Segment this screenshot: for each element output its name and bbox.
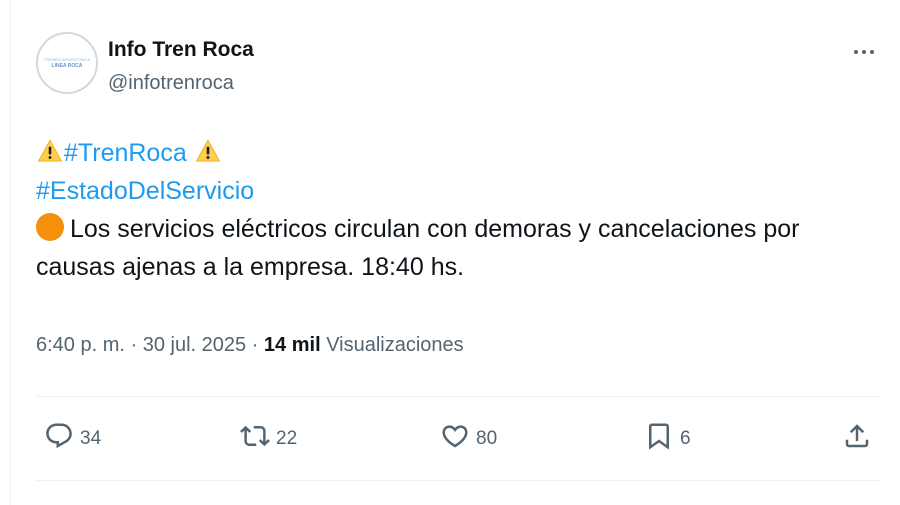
- divider-top: [36, 396, 880, 397]
- tweet-body-2: causas ajenas a la empresa. 18:40 hs.: [36, 253, 465, 281]
- more-dot: [870, 50, 874, 54]
- share-icon: [842, 421, 872, 457]
- tweet-line-4: causas ajenas a la empresa. 18:40 hs.: [36, 248, 876, 286]
- tweet-time[interactable]: 6:40 p. m.: [36, 334, 125, 356]
- reply-button[interactable]: 34: [44, 421, 101, 457]
- hashtag-estadodelservicio[interactable]: #EstadoDelServicio: [36, 177, 254, 205]
- tweet-line-3: Los servicios eléctricos circulan con de…: [36, 210, 876, 248]
- like-count: 80: [476, 428, 498, 449]
- warning-icon: [36, 137, 64, 163]
- bookmark-icon: [644, 421, 674, 457]
- reply-count: 34: [80, 428, 102, 449]
- avatar-text-top: TRENES ARGENTINOS: [43, 57, 91, 62]
- tweet-text: #TrenRoca #EstadoDelServicio Los servici…: [36, 134, 876, 286]
- like-button[interactable]: 80: [440, 421, 497, 457]
- heart-icon: [440, 421, 470, 457]
- meta-separator: ·: [124, 334, 143, 356]
- bookmark-button[interactable]: 6: [644, 421, 691, 457]
- tweet-date[interactable]: 30 jul. 2025: [143, 334, 246, 356]
- tweet-line-2: #EstadoDelServicio: [36, 172, 876, 210]
- more-icon[interactable]: [850, 42, 878, 62]
- bookmark-count: 6: [680, 428, 691, 449]
- divider-bottom: [36, 480, 880, 481]
- tweet-line-1: #TrenRoca: [36, 134, 876, 172]
- more-dot: [854, 50, 858, 54]
- warning-icon: [194, 137, 222, 163]
- avatar[interactable]: TRENES ARGENTINOS LINEA ROCA: [36, 32, 98, 94]
- account-name[interactable]: Info Tren Roca: [108, 38, 254, 62]
- hashtag-trenroca[interactable]: #TrenRoca: [64, 139, 187, 167]
- avatar-text-bottom: LINEA ROCA: [51, 63, 83, 69]
- retweet-icon: [240, 421, 270, 457]
- share-button[interactable]: [842, 421, 872, 457]
- views-label: Visualizaciones: [326, 334, 464, 356]
- account-handle[interactable]: @infotrenroca: [108, 72, 234, 95]
- reply-icon: [44, 421, 74, 457]
- tweet-body-1: Los servicios eléctricos circulan con de…: [70, 215, 800, 243]
- orange-circle-icon: [36, 213, 64, 241]
- views-count: 14 mil: [263, 334, 321, 356]
- meta-separator: ·: [246, 334, 264, 356]
- action-bar: 34 22 80 6: [36, 415, 880, 461]
- more-dot: [862, 50, 866, 54]
- tweet-meta: 6:40 p. m. · 30 jul. 2025 · 14 mil Visua…: [36, 334, 464, 357]
- retweet-count: 22: [276, 428, 298, 449]
- retweet-button[interactable]: 22: [240, 421, 297, 457]
